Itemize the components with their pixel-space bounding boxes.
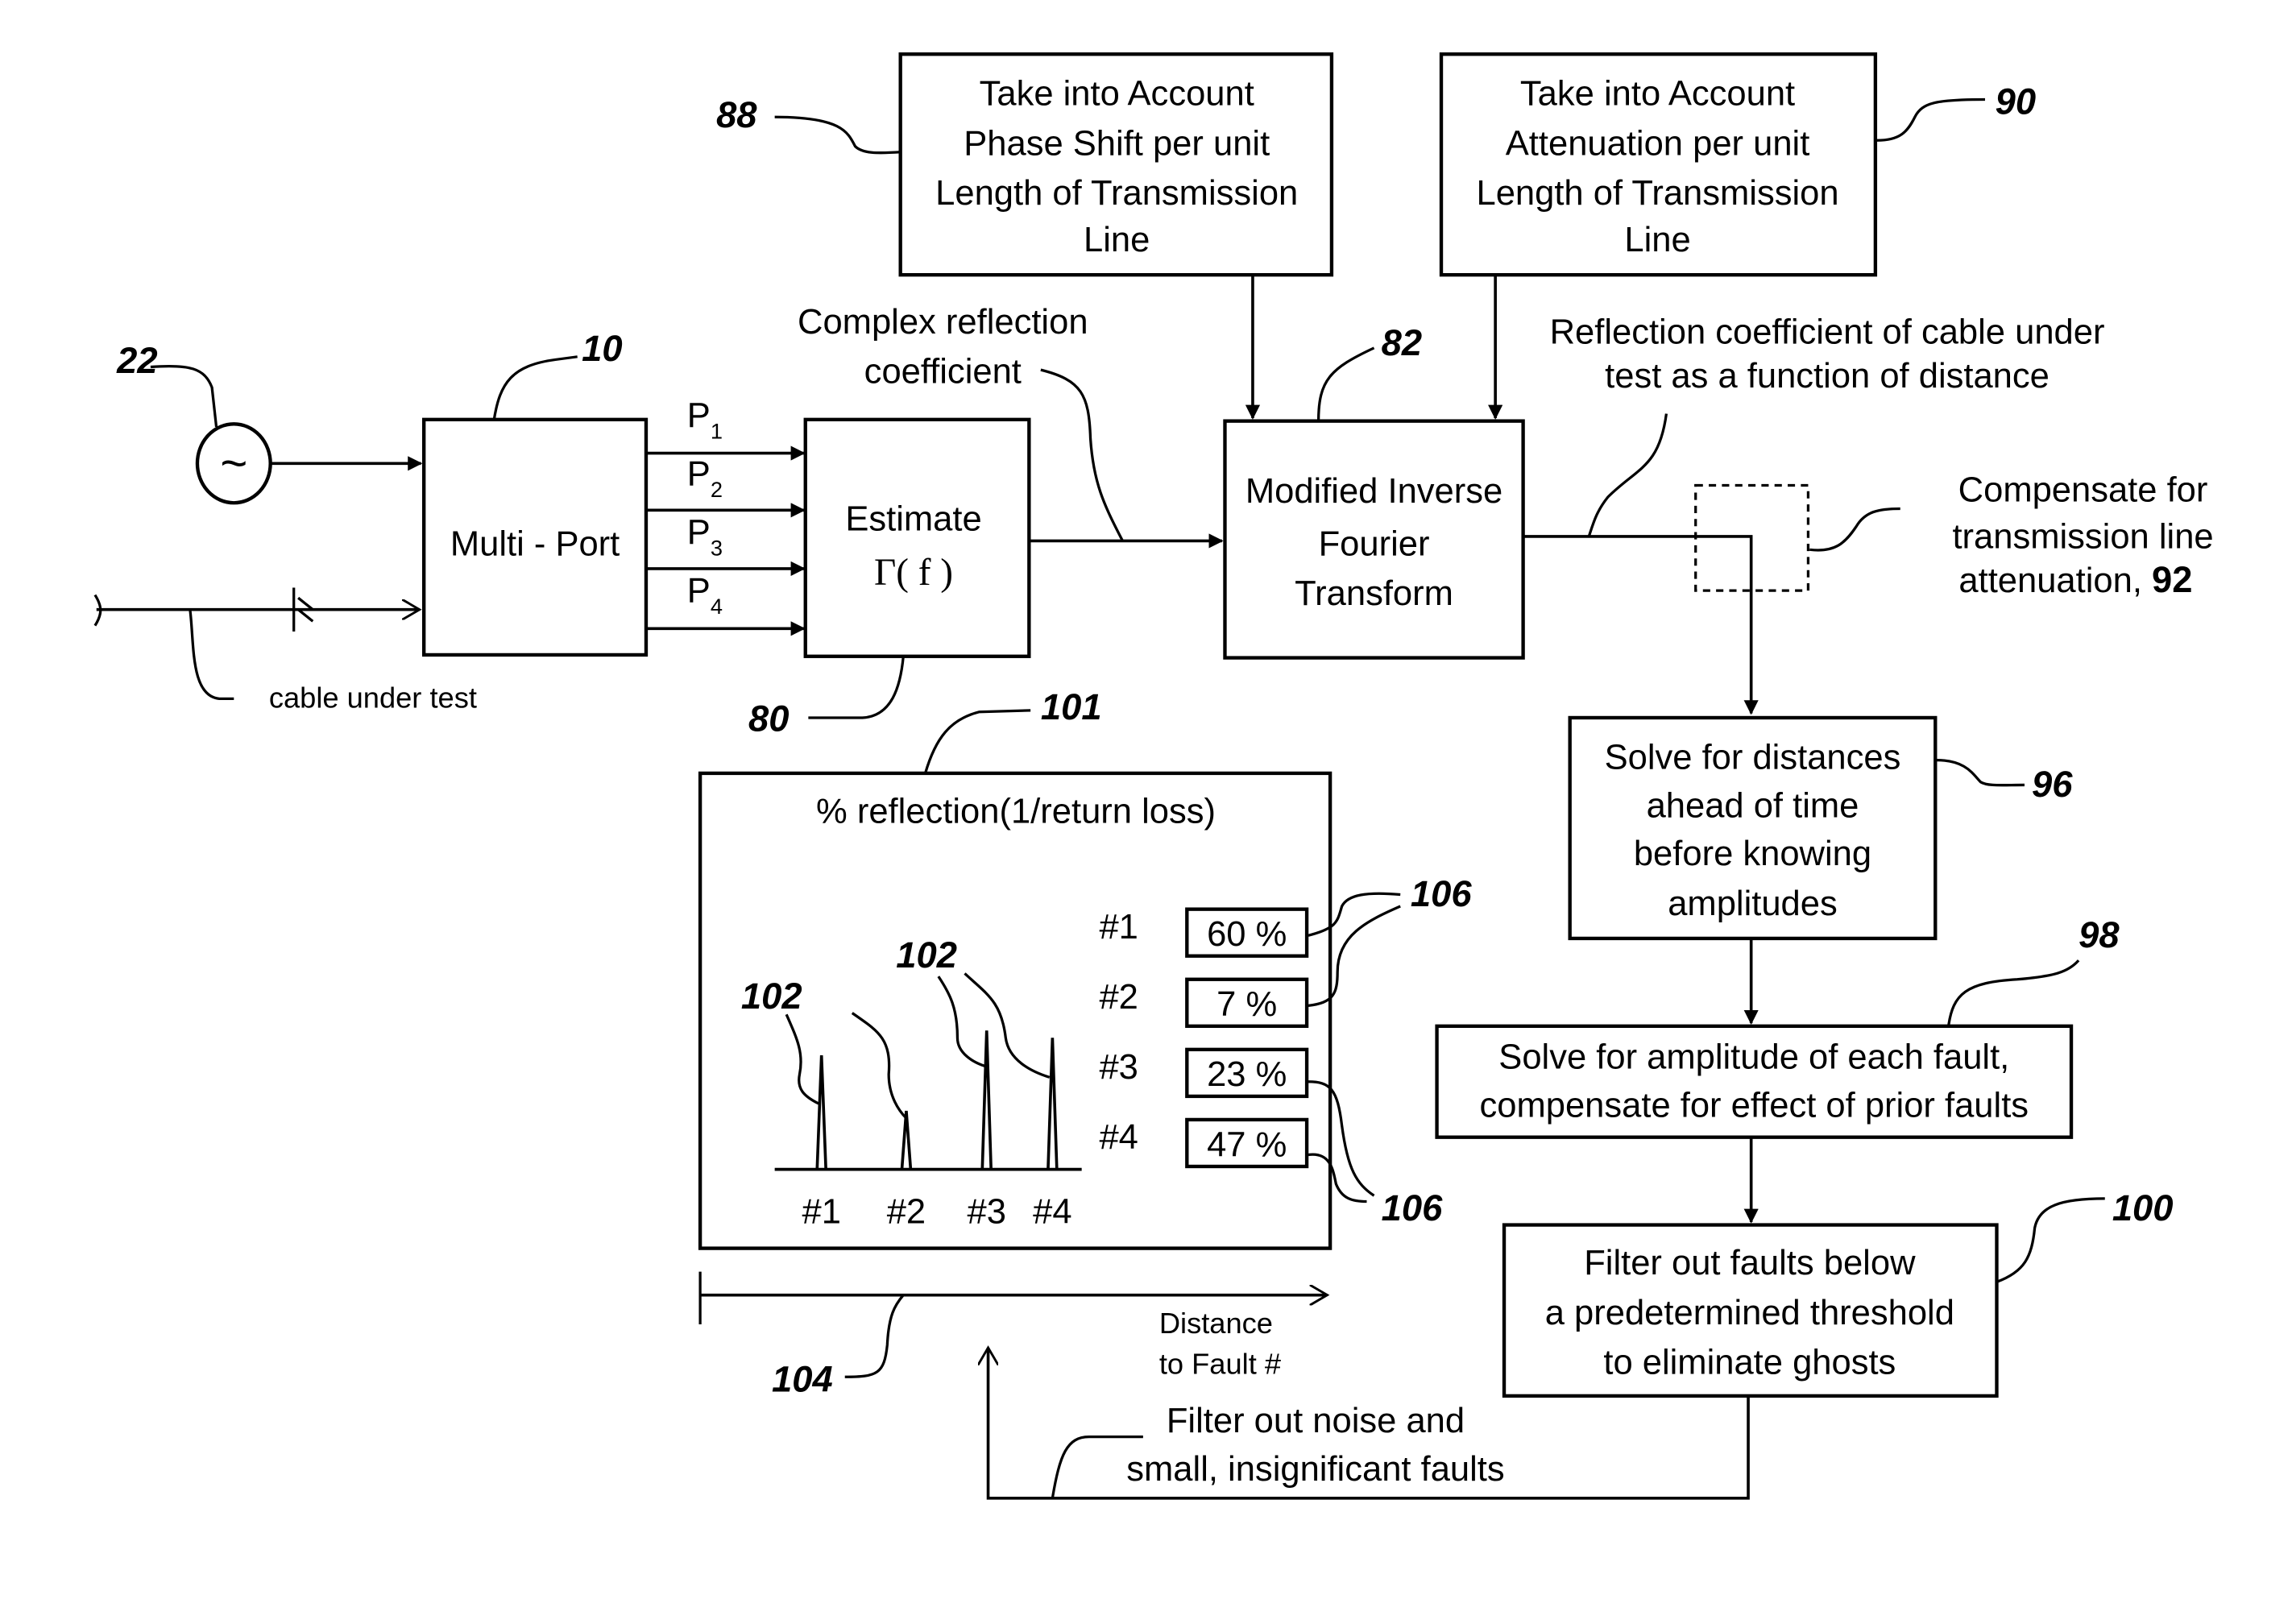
axis-label: Distance	[1159, 1307, 1273, 1340]
estimate-block: Estimate Γ( f ) 80 Complex reflection co…	[748, 303, 1224, 739]
reflection-function-label-2: test as a function of distance	[1605, 357, 2050, 396]
ref-88: 88	[716, 94, 757, 135]
phase-shift-block: Take into Account Phase Shift per unit L…	[716, 52, 1334, 420]
svg-text:~: ~	[220, 437, 247, 490]
svg-text:Length of Transmission: Length of Transmission	[935, 174, 1298, 213]
ref-100: 100	[2112, 1187, 2174, 1228]
compensate-label: Compensate for	[1958, 470, 2208, 509]
svg-text:Attenuation per unit: Attenuation per unit	[1506, 124, 1810, 163]
svg-text:Phase Shift per unit: Phase Shift per unit	[964, 124, 1270, 163]
fault-number-label: #3	[1099, 1048, 1138, 1087]
compensate-label-2: transmission line	[1952, 517, 2213, 556]
multiport-label: Multi - Port	[450, 525, 620, 564]
fault-tick-label: #3	[968, 1193, 1006, 1232]
ref-106-top: 106	[1411, 873, 1472, 914]
ref-102-a: 102	[741, 976, 802, 1017]
complex-reflection-label-2: coefficient	[864, 352, 1022, 391]
reflection-function-label: Reflection coefficient of cable under	[1550, 313, 2105, 351]
svg-text:to eliminate ghosts: to eliminate ghosts	[1603, 1344, 1896, 1382]
solve-distances-block: Solve for distances ahead of time before…	[1568, 715, 2073, 1025]
port-p1: P1	[687, 396, 723, 444]
complex-reflection-label: Complex reflection	[798, 303, 1088, 342]
port-lines: P1 P2 P3 P4	[645, 396, 806, 636]
fault-value-label: 7 %	[1216, 985, 1277, 1024]
port-p4: P4	[687, 572, 723, 619]
svg-text:Fourier: Fourier	[1319, 525, 1430, 564]
gamma-f-label: Γ( f )	[874, 552, 953, 594]
cable-under-test: cable under test	[93, 587, 477, 714]
svg-text:Transform: Transform	[1295, 574, 1453, 613]
svg-text:amplitudes: amplitudes	[1668, 884, 1838, 923]
ref-106-bottom: 106	[1382, 1187, 1443, 1228]
solve-amplitude-block: Solve for amplitude of each fault, compe…	[1435, 914, 2120, 1224]
flow-diagram: ~ 22 Multi - Port 10 cable under test P1…	[93, 52, 2214, 1500]
ref-102-b: 102	[896, 934, 957, 976]
filter-noise-label-2: small, insignificant faults	[1126, 1450, 1504, 1489]
reflection-display: % reflection(1/return loss) 101 #1 #2 #3 #4…	[698, 686, 1472, 1399]
fault-tick-label: #2	[887, 1193, 926, 1232]
port-p3: P3	[687, 513, 723, 561]
fault-value-label: 23 %	[1207, 1055, 1287, 1094]
ref-10: 10	[582, 328, 622, 369]
fault-number-label: #4	[1099, 1118, 1138, 1157]
svg-text:a predetermined threshold: a predetermined threshold	[1545, 1294, 1954, 1332]
axis-label-2: to Fault #	[1159, 1348, 1281, 1381]
svg-text:Take into Account: Take into Account	[1520, 75, 1795, 114]
modified-inverse-fourier-block: Modified Inverse Fourier Transform 82 Re…	[1223, 313, 2214, 715]
svg-text:Modified Inverse: Modified Inverse	[1245, 472, 1502, 511]
fault-value-label: 60 %	[1207, 915, 1287, 954]
display-title: % reflection(1/return loss)	[816, 793, 1216, 831]
ref-101: 101	[1041, 686, 1102, 727]
ref-96: 96	[2032, 764, 2073, 805]
svg-text:Take into Account: Take into Account	[980, 75, 1254, 114]
cable-label: cable under test	[269, 681, 477, 714]
fault-tick-label: #4	[1033, 1193, 1071, 1232]
filter-noise-label: Filter out noise and	[1167, 1402, 1465, 1440]
estimate-label: Estimate	[845, 500, 981, 539]
svg-text:Line: Line	[1084, 221, 1150, 259]
signal-source: ~ 22	[116, 340, 423, 505]
compensate-label-3: attenuation, 92	[1958, 559, 2192, 600]
port-p2: P2	[687, 454, 723, 502]
svg-text:ahead of time: ahead of time	[1647, 786, 1859, 825]
ref-98: 98	[2079, 914, 2120, 955]
svg-text:before knowing: before knowing	[1634, 835, 1871, 873]
ref-90: 90	[1996, 81, 2036, 122]
fault-number-label: #1	[1099, 908, 1138, 947]
ref-104: 104	[772, 1358, 833, 1399]
svg-text:Solve for amplitude of each fa: Solve for amplitude of each fault,	[1498, 1038, 2009, 1076]
svg-text:compensate for effect of prior: compensate for effect of prior faults	[1480, 1086, 2029, 1125]
ref-22: 22	[116, 340, 157, 381]
ref-82: 82	[1382, 322, 1422, 363]
svg-text:Length of Transmission: Length of Transmission	[1477, 174, 1839, 213]
svg-text:Filter out faults below: Filter out faults below	[1584, 1244, 1916, 1282]
fault-tick-label: #1	[802, 1193, 840, 1232]
multiport-block: Multi - Port 10	[422, 328, 649, 657]
svg-text:Solve for distances: Solve for distances	[1605, 738, 1901, 777]
svg-text:Line: Line	[1624, 221, 1690, 259]
fault-value-label: 47 %	[1207, 1125, 1287, 1164]
ref-80: 80	[748, 698, 789, 739]
fault-number-label: #2	[1099, 978, 1138, 1017]
